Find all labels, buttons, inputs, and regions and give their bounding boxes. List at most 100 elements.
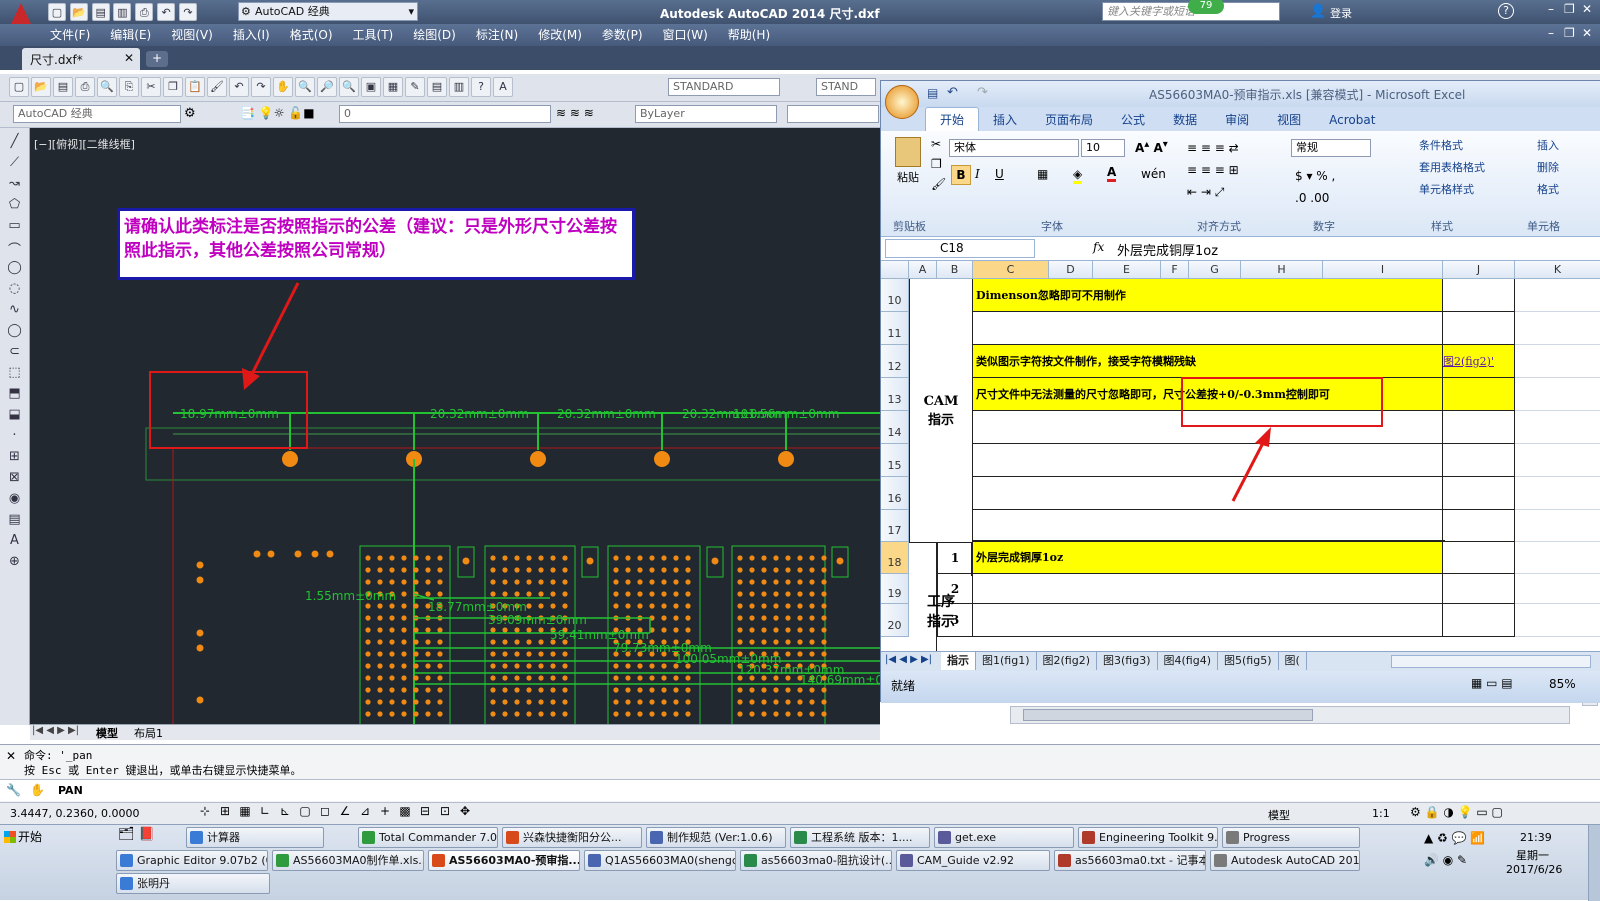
menu-item-9[interactable]: 参数(P) <box>592 24 653 46</box>
menu-item-3[interactable]: 插入(I) <box>223 24 280 46</box>
model-space-toggle[interactable]: 模型 <box>1268 807 1290 823</box>
cell-k[interactable] <box>1515 312 1600 345</box>
draw-tool-icon-11[interactable]: ⬚ <box>4 365 25 386</box>
ribbon-tab-6[interactable]: 视图 <box>1263 108 1315 132</box>
draw-tool-icon-20[interactable]: ⊕ <box>4 554 25 575</box>
number-format-buttons[interactable]: $ ▾ % , .0 .00 <box>1295 165 1335 209</box>
sheet-tab-3[interactable]: 图3(fig3) <box>1097 652 1158 670</box>
toolbar-icon-1[interactable]: 📂 <box>31 77 51 97</box>
taskbar-item[interactable]: CAM_Guide v2.92 <box>896 850 1050 871</box>
ribbon-tab-5[interactable]: 审阅 <box>1211 108 1263 132</box>
menu-item-4[interactable]: 格式(O) <box>280 24 343 46</box>
cell-b[interactable]: 1 <box>937 542 973 574</box>
row-header-13[interactable]: 13 <box>881 378 909 411</box>
draw-tool-icon-6[interactable]: ◯ <box>4 260 25 281</box>
row-header-19[interactable]: 19 <box>881 574 909 604</box>
cell-k[interactable] <box>1515 444 1600 477</box>
taskbar-item[interactable]: as56603ma0-阻抗设计(... <box>740 850 892 871</box>
excel-redo-icon[interactable]: ↷ <box>977 85 988 100</box>
zoom-level[interactable]: 85% <box>1549 677 1576 691</box>
status-tray-icons[interactable]: ⚙ 🔒 ◑ 💡 ▭ ▢ <box>1410 805 1503 819</box>
draw-tool-icon-15[interactable]: ⊞ <box>4 449 25 470</box>
taskbar-item[interactable]: Graphic Editor 9.07b2 (0... <box>116 850 268 871</box>
toolbar-icon-22[interactable]: A <box>493 77 513 97</box>
cell-c[interactable] <box>973 444 1443 477</box>
font-name-dropdown[interactable]: 宋体 <box>949 139 1079 157</box>
column-header-D[interactable]: D <box>1049 261 1093 279</box>
menu-item-1[interactable]: 编辑(E) <box>100 24 161 46</box>
text-style-dropdown[interactable]: STANDARD <box>668 78 780 96</box>
undo-icon[interactable]: ↶ <box>157 3 176 21</box>
tray-icons[interactable]: ▲ ♻ 💬 📶 🔊 ◉ ✎ <box>1424 827 1514 871</box>
insert-cells-button[interactable]: 插入 <box>1521 137 1559 153</box>
row-header-20[interactable]: 20 <box>881 604 909 637</box>
doc-close-button[interactable]: ✕ <box>1582 26 1592 40</box>
taskbar-item[interactable]: Q1AS56603MA0(shengc... <box>584 850 736 871</box>
column-header-J[interactable]: J <box>1443 261 1515 279</box>
sheet-tab-4[interactable]: 图4(fig4) <box>1158 652 1218 670</box>
close-button[interactable]: ✕ <box>1582 2 1592 16</box>
phonetic-icon[interactable]: wén <box>1141 167 1166 181</box>
workspace-settings-icon[interactable]: ⚙ <box>184 106 196 121</box>
column-header-A[interactable]: A <box>909 261 937 279</box>
cell-j[interactable] <box>1443 279 1515 312</box>
toolbar-icon-4[interactable]: 🔍 <box>97 77 117 97</box>
toolbar-icon-0[interactable]: ▢ <box>9 77 29 97</box>
cell-j[interactable]: 图2(fig2)' <box>1443 345 1515 378</box>
linetype-dropdown[interactable] <box>787 105 879 123</box>
cell-k[interactable] <box>1515 279 1600 312</box>
redo-icon[interactable]: ↷ <box>178 3 197 21</box>
taskbar-item[interactable]: Total Commander 7.0... <box>358 827 498 848</box>
taskbar-item[interactable]: 工程系统 版本：1.... <box>790 827 930 848</box>
cell-k[interactable] <box>1515 510 1600 542</box>
draw-tool-icon-14[interactable]: · <box>4 428 25 449</box>
format-painter-icon[interactable]: 🖌 <box>931 177 946 191</box>
toolbar-icon-3[interactable]: ⎙ <box>75 77 95 97</box>
toolbar-icon-12[interactable]: ✋ <box>273 77 293 97</box>
draw-tool-icon-1[interactable]: ⟋ <box>4 155 25 176</box>
menu-item-0[interactable]: 文件(F) <box>40 24 100 46</box>
ribbon-tab-2[interactable]: 页面布局 <box>1031 108 1107 132</box>
draw-tool-icon-13[interactable]: ⬓ <box>4 407 25 428</box>
status-toggle-6[interactable]: ◻ <box>315 804 335 818</box>
toolbar-icon-8[interactable]: 📋 <box>185 77 205 97</box>
cell-c[interactable] <box>973 604 1443 637</box>
workspace-dropdown-2[interactable]: AutoCAD 经典 <box>13 105 181 123</box>
sheet-hscroll[interactable] <box>1391 655 1591 668</box>
taskbar-item[interactable]: Engineering Toolkit 9.... <box>1078 827 1218 848</box>
excel-save-icon[interactable]: ▤ <box>927 86 938 100</box>
format-cells-button[interactable]: 格式 <box>1521 181 1559 197</box>
select-all[interactable] <box>881 261 909 279</box>
toolbar-icon-6[interactable]: ✂ <box>141 77 161 97</box>
cell-c[interactable] <box>973 510 1443 542</box>
ribbon-tab-1[interactable]: 插入 <box>979 108 1031 132</box>
toolbar-icon-13[interactable]: 🔍 <box>295 77 315 97</box>
row-header-15[interactable]: 15 <box>881 444 909 477</box>
scroll-thumb[interactable] <box>1023 709 1313 721</box>
ribbon-tab-4[interactable]: 数据 <box>1159 108 1211 132</box>
cell-j[interactable] <box>1443 444 1515 477</box>
toolbar-icon-7[interactable]: ❐ <box>163 77 183 97</box>
draw-tool-icon-0[interactable]: ╱ <box>4 134 25 155</box>
column-header-B[interactable]: B <box>937 261 973 279</box>
row-header-14[interactable]: 14 <box>881 411 909 444</box>
taskbar-item[interactable]: get.exe <box>934 827 1074 848</box>
draw-tool-icon-7[interactable]: ◌ <box>4 281 25 302</box>
toolbar-icon-17[interactable]: ▦ <box>383 77 403 97</box>
sheet-tab-5[interactable]: 图5(fig5) <box>1218 652 1279 670</box>
fx-icon[interactable]: fx <box>1093 240 1104 254</box>
cell-j[interactable] <box>1443 378 1515 411</box>
menu-item-6[interactable]: 绘图(D) <box>403 24 466 46</box>
taskbar-item[interactable]: Progress <box>1222 827 1360 848</box>
status-toggle-1[interactable]: ⊞ <box>215 804 235 818</box>
taskbar-item[interactable]: 张明丹 <box>116 873 270 894</box>
new-file-icon[interactable]: ▢ <box>48 3 66 21</box>
file-tab[interactable]: 尺寸.dxf* ✕ <box>22 48 140 70</box>
tab-model[interactable]: 模型 <box>96 725 118 741</box>
status-toggle-10[interactable]: ▩ <box>395 804 415 818</box>
copy-icon[interactable]: ❐ <box>931 157 942 171</box>
grow-font-icon[interactable]: A▴ A▾ <box>1135 139 1168 155</box>
underline-button[interactable]: U <box>995 167 1004 181</box>
font-color-icon[interactable]: A <box>1107 165 1117 182</box>
menu-item-8[interactable]: 修改(M) <box>528 24 592 46</box>
